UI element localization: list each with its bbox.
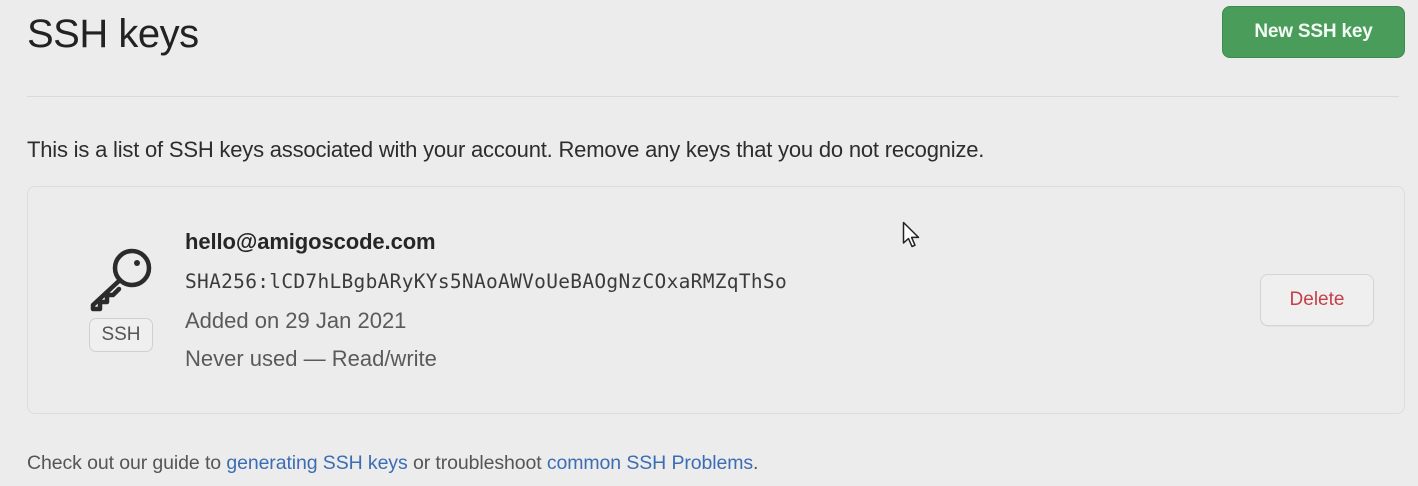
key-usage: Never used — Read/write: [185, 346, 437, 371]
ssh-type-badge: SSH: [89, 318, 153, 352]
new-ssh-key-button[interactable]: New SSH key: [1222, 6, 1405, 58]
intro-text: This is a list of SSH keys associated wi…: [27, 137, 985, 162]
common-ssh-problems-link[interactable]: common SSH Problems: [547, 452, 753, 474]
key-title: hello@amigoscode.com: [185, 229, 436, 254]
footer-suffix: .: [753, 452, 759, 474]
page-title: SSH keys: [27, 12, 199, 56]
mouse-cursor-icon: [902, 221, 922, 249]
generating-ssh-keys-link[interactable]: generating SSH keys: [226, 452, 407, 474]
key-added-date: Added on 29 Jan 2021: [185, 308, 407, 333]
key-icon: [86, 245, 158, 313]
footer-prefix: Check out our guide to: [27, 452, 227, 474]
help-footer: Check out our guide to generating SSH ke…: [27, 450, 758, 476]
delete-key-button[interactable]: Delete: [1260, 274, 1374, 326]
key-fingerprint: SHA256:lCD7hLBgbARyKYs5NAoAWVoUeBAOgNzCO…: [185, 270, 787, 293]
header-divider: [27, 96, 1399, 97]
footer-middle: or troubleshoot: [407, 452, 547, 474]
ssh-key-card: SSH hello@amigoscode.com SHA256:lCD7hLBg…: [27, 186, 1405, 414]
